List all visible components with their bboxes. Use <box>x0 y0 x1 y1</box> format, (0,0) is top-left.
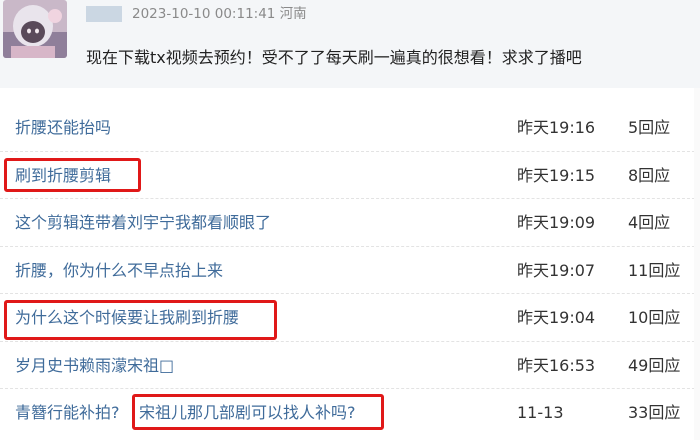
username[interactable] <box>86 6 122 22</box>
post-text: 现在下载tx视频去预约！受不了了每天刷一遍真的很想看！求求了播吧 <box>86 48 582 67</box>
thread-reply-count: 49回应 <box>628 355 681 375</box>
thread-reply-count: 5回应 <box>628 118 671 137</box>
thread-reply-count: 4回应 <box>628 213 671 232</box>
post-timestamp: 2023-10-10 00:11:41 河南 <box>132 6 307 22</box>
thread-list: 折腰还能抬吗 昨天19:16 5回应 刷到折腰剪辑 昨天19:15 8回应 这个… <box>0 104 700 437</box>
thread-time: 昨天19:15 <box>517 165 596 185</box>
user-avatar[interactable] <box>3 0 67 58</box>
thread-reply-count: 11回应 <box>628 260 681 280</box>
thread-time: 昨天19:09 <box>517 213 596 232</box>
thread-row: 岁月史书赖雨濛宋祖□ 昨天16:53 49回应 <box>0 342 700 389</box>
thread-title-prefix[interactable]: 青簪行能补拍? <box>15 403 120 423</box>
thread-title-link[interactable]: 为什么这个时候要让我刷到折腰 <box>15 308 239 328</box>
thread-time: 昨天19:16 <box>517 118 596 137</box>
thread-title-link[interactable]: 岁月史书赖雨濛宋祖□ <box>15 356 174 376</box>
thread-time: 昨天19:04 <box>517 308 596 327</box>
scrollbar[interactable] <box>694 88 700 440</box>
thread-reply-count: 33回应 <box>628 403 681 422</box>
thread-row: 刷到折腰剪辑 昨天19:15 8回应 <box>0 152 700 199</box>
thread-title-link[interactable]: 宋祖儿那几部剧可以找人补吗? <box>139 403 356 423</box>
thread-row: 折腰还能抬吗 昨天19:16 5回应 <box>0 104 700 152</box>
thread-time: 昨天16:53 <box>517 355 596 375</box>
thread-title-link[interactable]: 这个剪辑连带着刘宇宁我都看顺眼了 <box>15 213 271 233</box>
post-header: 2023-10-10 00:11:41 河南 现在下载tx视频去预约！受不了了每… <box>0 0 700 88</box>
thread-time: 昨天19:07 <box>517 260 596 280</box>
thread-row: 这个剪辑连带着刘宇宁我都看顺眼了 昨天19:09 4回应 <box>0 199 700 247</box>
thread-reply-count: 8回应 <box>628 165 671 185</box>
thread-title-link[interactable]: 折腰，你为什么不早点抬上来 <box>15 261 223 281</box>
thread-time: 11-13 <box>517 403 564 422</box>
thread-reply-count: 10回应 <box>628 308 681 327</box>
thread-title-link[interactable]: 刷到折腰剪辑 <box>15 166 111 186</box>
thread-row: 青簪行能补拍? 宋祖儿那几部剧可以找人补吗? 11-13 33回应 <box>0 389 700 437</box>
thread-row: 折腰，你为什么不早点抬上来 昨天19:07 11回应 <box>0 247 700 294</box>
thread-title-link[interactable]: 折腰还能抬吗 <box>15 118 111 138</box>
thread-row: 为什么这个时候要让我刷到折腰 昨天19:04 10回应 <box>0 294 700 342</box>
